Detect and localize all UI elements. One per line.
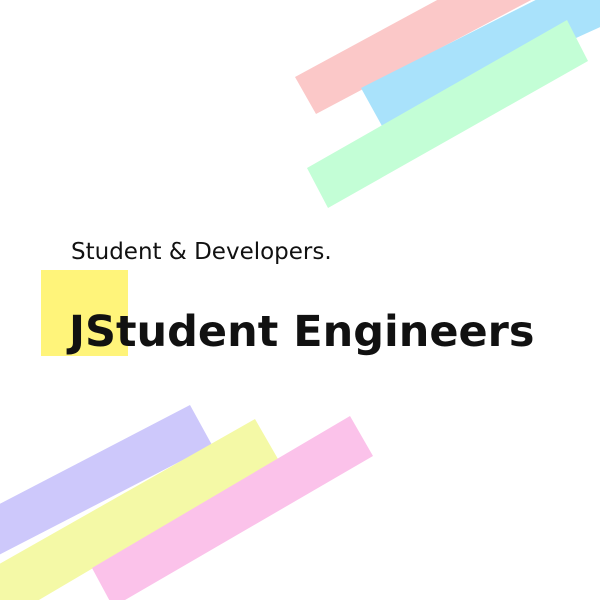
banner-canvas: Student & Developers. JStudent Engineers	[0, 0, 600, 600]
subtitle: Student & Developers.	[71, 239, 332, 265]
page-title: JStudent Engineers	[69, 307, 535, 357]
